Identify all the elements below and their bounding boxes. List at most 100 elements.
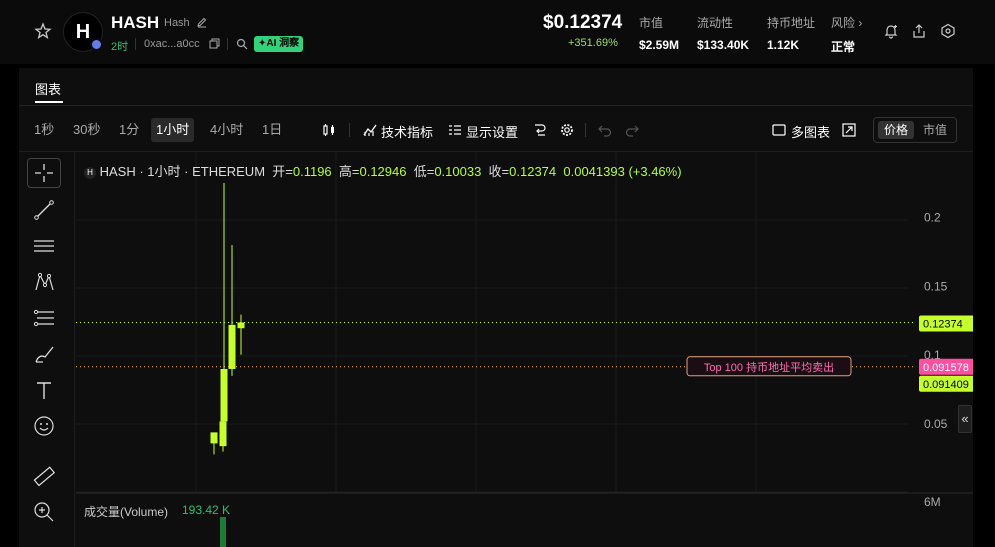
multi-chart-icon[interactable]	[771, 122, 787, 138]
legend-close-label: 收=	[488, 164, 510, 179]
legend-token-icon: H	[84, 167, 96, 179]
candle-body	[237, 322, 245, 329]
ai-insight-label: AI 洞察	[266, 38, 300, 49]
copy-icon[interactable]	[209, 38, 220, 49]
toggle-price[interactable]: 价格	[878, 121, 915, 139]
ai-insight-badge[interactable]: ✦AI 洞察	[254, 36, 304, 52]
candle-style-icon[interactable]	[321, 122, 337, 138]
volume-tick-label: 6M	[924, 495, 941, 509]
timeframe-1s[interactable]: 1秒	[29, 118, 59, 142]
contract-address[interactable]: 0xac...a0cc	[144, 38, 200, 50]
toolbar-divider	[349, 123, 350, 137]
gear-icon[interactable]	[559, 122, 575, 138]
current-price: $0.12374	[543, 12, 623, 33]
redo-icon[interactable]	[624, 122, 640, 138]
legend-high-label: 高=	[338, 164, 360, 179]
right-edge-panel	[973, 64, 995, 547]
current-price-label: 0.12374	[923, 318, 963, 330]
token-name: Hash	[164, 17, 190, 29]
tab-underline	[35, 101, 63, 103]
legend-low-label: 低=	[413, 164, 435, 179]
ethereum-chain-icon	[90, 38, 103, 51]
volume-label: 成交量(Volume)	[84, 505, 169, 519]
y-tick-label: 0.15	[924, 279, 948, 293]
legend-change: 0.0041393 (+3.46%)	[563, 164, 682, 179]
price-mcap-toggle: 价格 市值	[873, 117, 957, 143]
settings-hex-icon[interactable]	[940, 23, 956, 39]
emoji-tool[interactable]	[27, 411, 61, 441]
legend-low: 0.10033	[434, 164, 482, 179]
brush-tool[interactable]	[27, 339, 61, 369]
chart-legend: H HASH · 1小时 · ETHEREUM 开=0.1196 高=0.129…	[84, 161, 682, 180]
bell-icon[interactable]	[883, 23, 899, 39]
stat-risk[interactable]: 风险 › 正常	[831, 14, 862, 55]
ruler-tool[interactable]	[27, 461, 61, 491]
timeframe-1h[interactable]: 1小时	[151, 118, 195, 142]
timeframe-4h[interactable]: 4小时	[205, 118, 248, 142]
tab-chart[interactable]: 图表	[35, 79, 61, 98]
search-icon[interactable]	[236, 38, 248, 50]
collapse-panel-button[interactable]: «	[958, 405, 972, 433]
y-tick-label: 0.05	[924, 417, 948, 431]
indicators-icon[interactable]	[362, 122, 378, 138]
indicators-button[interactable]: 技术指标	[381, 122, 433, 141]
panel-tabs: 图表	[19, 68, 973, 106]
fullscreen-icon[interactable]	[841, 122, 857, 138]
chart-panel: 图表 1秒 30秒 1分 1小时 4小时 1日 技术指标 显示设置 多图表 价格…	[19, 68, 973, 547]
timeframe-1m[interactable]: 1分	[114, 118, 144, 142]
annotation-text: Top 100 持币地址平均卖出	[704, 360, 834, 374]
stat-label: 风险 ›	[831, 16, 863, 30]
lower-price-label: 0.091409	[923, 379, 969, 391]
share-icon[interactable]	[911, 23, 927, 39]
candle-body	[219, 421, 227, 447]
candle-body	[220, 368, 228, 422]
price-chart[interactable]: 0.2 0.15 0.1 0.05 6M Top 100 持币地址平均卖出 0.12374 0…	[76, 152, 973, 547]
horizontal-lines-tool[interactable]	[27, 231, 61, 261]
fibonacci-icon	[33, 309, 54, 327]
undo-icon[interactable]	[597, 122, 613, 138]
legend-open: 0.1196	[292, 164, 332, 179]
trendline-icon	[34, 200, 54, 220]
y-tick-label: 0.2	[924, 210, 941, 224]
replay-icon[interactable]	[532, 122, 548, 138]
stat-label: 流动性	[697, 16, 734, 30]
token-header: H HASH Hash 2时 0xac...a0cc ✦AI 洞察 $0.123…	[0, 0, 995, 64]
trendline-tool[interactable]	[27, 195, 61, 225]
brush-icon	[35, 346, 54, 363]
horizontal-lines-icon	[34, 240, 54, 252]
pattern-tool[interactable]	[27, 267, 61, 297]
crosshair-tool[interactable]	[27, 158, 61, 188]
zoom-in-icon	[34, 502, 54, 522]
zoom-tool[interactable]	[27, 497, 61, 527]
candle-body	[228, 324, 236, 369]
fibonacci-tool[interactable]	[27, 303, 61, 333]
token-age: 2时	[111, 41, 129, 53]
stat-value: $2.59M	[639, 38, 680, 52]
edit-icon[interactable]	[196, 16, 208, 28]
toggle-market-cap[interactable]: 市值	[917, 121, 953, 139]
toolbar-divider	[585, 123, 586, 137]
drawing-toolbar	[19, 152, 75, 547]
pattern-icon	[35, 272, 54, 291]
stat-market-cap: 市值 $2.59M	[639, 14, 679, 52]
text-icon	[37, 382, 51, 399]
display-settings-button[interactable]: 显示设置	[466, 122, 518, 141]
legend-open-label: 开=	[272, 164, 293, 179]
chart-toolbar: 1秒 30秒 1分 1小时 4小时 1日 技术指标 显示设置 多图表 价格 市值	[19, 114, 973, 146]
stat-holders: 持币地址 1.12K	[767, 14, 815, 52]
stat-label: 市值	[639, 16, 664, 30]
divider	[227, 38, 228, 50]
stat-value: $133.40K	[697, 38, 750, 52]
emoji-icon	[34, 416, 54, 436]
avg-sell-annotation: Top 100 持币地址平均卖出	[686, 356, 852, 377]
chart-canvas[interactable]: 0.20.150.10.056MTop 100 持币地址平均卖出0.123740…	[76, 152, 973, 547]
multi-chart-button[interactable]: 多图表	[791, 122, 830, 141]
text-tool[interactable]	[27, 375, 61, 405]
stat-liquidity: 流动性 $133.40K	[697, 14, 749, 52]
display-settings-icon[interactable]	[447, 122, 463, 138]
crosshair-icon	[35, 164, 53, 182]
price-change: +351.69%	[568, 37, 618, 49]
star-icon[interactable]	[34, 22, 52, 40]
timeframe-1d[interactable]: 1日	[257, 118, 287, 142]
timeframe-30s[interactable]: 30秒	[68, 118, 105, 142]
